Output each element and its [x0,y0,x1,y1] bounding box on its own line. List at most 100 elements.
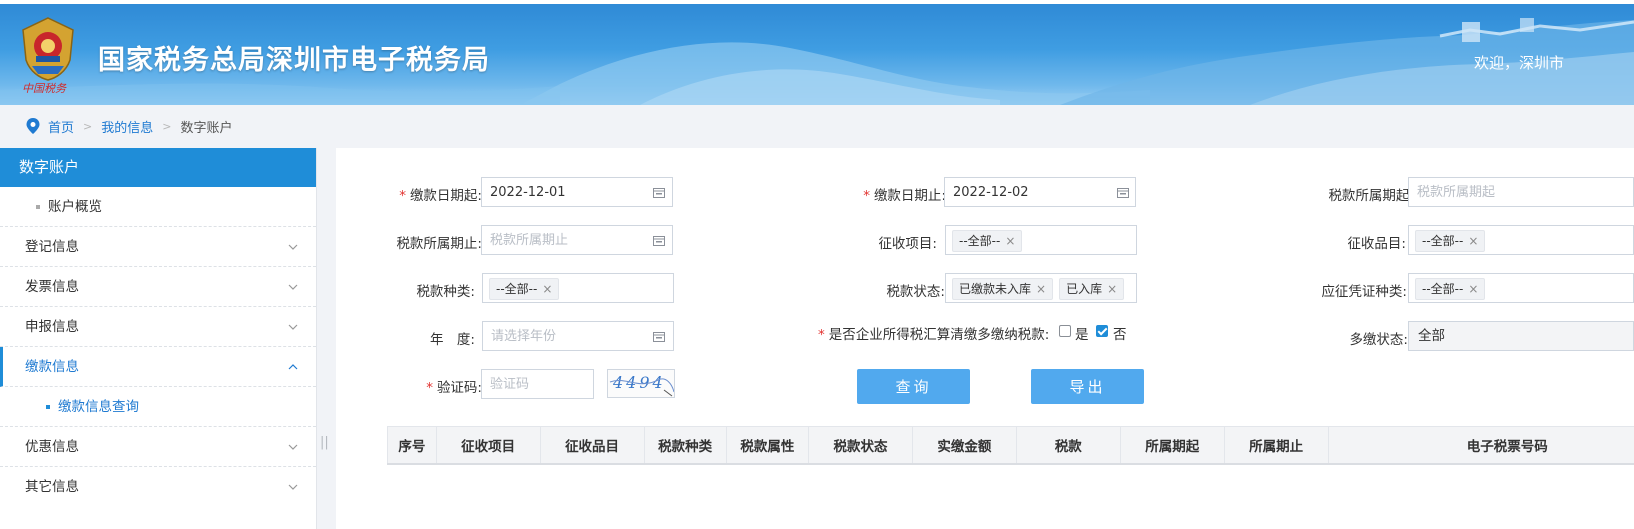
captcha-image[interactable]: 4494 [607,369,675,398]
tag-label: 已缴款未入库 [959,282,1032,296]
column-header: 税款属性 [725,426,810,465]
breadcrumb-separator: > [162,119,172,133]
sidebar-item-registration[interactable]: 登记信息 [0,227,316,267]
select-tag: 已入库 × [1059,278,1125,300]
select-tag: --全部-- × [1415,230,1486,252]
tag-remove-icon[interactable]: × [1468,282,1478,296]
levy-subitem-label: 征收品目: [1347,236,1406,252]
sidebar: 数字账户 账户概览 登记信息 发票信息 申报信息 缴款信息 缴款信息查询 优惠信… [0,148,317,529]
chevron-up-icon [288,364,298,370]
tax-type-select[interactable]: --全部-- × [482,273,674,303]
breadcrumb-current: 数字账户 [180,120,233,136]
voucher-type-label: 应征凭证种类: [1321,284,1407,300]
bullet-icon [36,205,40,209]
column-header: 实缴金额 [911,426,1017,465]
calendar-icon[interactable] [1117,187,1129,198]
column-header: 税款状态 [808,426,913,465]
chevron-down-icon [288,284,298,290]
tax-period-start-input[interactable] [1408,177,1634,207]
overpaid-status-label: 多缴状态: [1349,332,1408,348]
overpaid-status-select[interactable]: 全部 [1408,321,1634,351]
breadcrumb-separator: > [83,119,93,133]
site-header: 中国税务 国家税务总局深圳市电子税务局 欢迎，深圳市 [0,4,1634,105]
required-mark: * [863,188,870,204]
tag-remove-icon[interactable]: × [1005,234,1015,248]
tag-label: --全部-- [496,282,538,296]
sidebar-item-invoice[interactable]: 发票信息 [0,267,316,307]
tax-period-end-input[interactable] [481,225,673,255]
chevron-down-icon [288,324,298,330]
tag-label: --全部-- [1422,282,1464,296]
required-mark: * [399,188,406,204]
sidebar-item-label: 其它信息 [25,479,79,495]
tax-status-select[interactable]: 已缴款未入库 × 已入库 × [945,273,1137,303]
column-header: 税款种类 [643,426,727,465]
sidebar-item-payment[interactable]: 缴款信息 [0,347,316,387]
breadcrumb-home-link[interactable]: 首页 [48,117,74,136]
column-header: 征收项目 [435,426,541,465]
sidebar-item-label: 账户概览 [48,199,102,215]
tax-type-label: 税款种类: [416,284,475,300]
calendar-icon[interactable] [653,331,665,342]
sidebar-item-label: 发票信息 [25,279,79,295]
payment-date-start-input[interactable] [481,177,673,207]
tag-remove-icon[interactable]: × [1036,282,1046,296]
tax-status-label: 税款状态: [886,284,945,300]
column-header: 征收品目 [539,426,645,465]
levy-item-label: 征收项目: [878,236,937,252]
sidebar-item-label: 申报信息 [25,319,79,335]
sidebar-item-label: 缴款信息查询 [58,399,139,415]
column-header: 所属期起 [1119,426,1225,465]
select-tag: --全部-- × [952,230,1023,252]
column-header: 序号 [387,426,437,465]
captcha-label: * 验证码: [426,376,482,396]
site-title: 国家税务总局深圳市电子税务局 [98,45,490,76]
label-text: 缴款日期起: [409,188,482,204]
location-pin-icon [26,118,40,134]
calendar-icon[interactable] [653,187,665,198]
chevron-down-icon [288,484,298,490]
chevron-down-icon [288,244,298,250]
voucher-type-select[interactable]: --全部-- × [1408,273,1634,303]
required-mark: * [426,380,433,396]
tag-remove-icon[interactable]: × [1468,234,1478,248]
year-input[interactable] [482,321,674,351]
payment-date-start-label: * 缴款日期起: [399,184,482,204]
payment-date-end-label: * 缴款日期止: [863,184,946,204]
levy-subitem-select[interactable]: --全部-- × [1408,225,1634,255]
tag-label: --全部-- [1422,234,1464,248]
sidebar-item-payment-query[interactable]: 缴款信息查询 [0,387,316,427]
payment-date-end-input[interactable] [944,177,1136,207]
column-header: 所属期止 [1223,426,1329,465]
export-button[interactable]: 导出 [1031,369,1144,404]
label-text: 验证码: [436,380,482,396]
tax-period-end-label: 税款所属期止: [396,236,482,252]
overpaid-yes-checkbox[interactable] [1059,325,1071,337]
table-header-row: 序号 征收项目 征收品目 税款种类 税款属性 税款状态 实缴金额 税款 所属期起… [387,426,1634,465]
overpaid-no-checkbox[interactable] [1096,325,1108,337]
tag-remove-icon[interactable]: × [1107,282,1117,296]
label-text: 缴款日期止: [873,188,946,204]
query-button[interactable]: 查询 [857,369,970,404]
sidebar-item-account-overview[interactable]: 账户概览 [0,187,316,227]
sidebar-splitter[interactable]: || [320,435,330,451]
tag-remove-icon[interactable]: × [542,282,552,296]
main-panel: *缴款日期起: *缴款日期止: 税款所属期起: 税款所属期止: 征收项目: --… [336,148,1634,529]
year-label: 年 度: [429,332,475,348]
breadcrumb-my-info-link[interactable]: 我的信息 [101,117,153,136]
required-mark: * [818,327,825,343]
column-header: 电子税票号码 [1327,426,1634,465]
breadcrumb: 首页 > 我的信息 > 数字账户 [26,117,233,136]
welcome-text: 欢迎，深圳市 [1474,54,1565,72]
sidebar-item-other[interactable]: 其它信息 [0,467,316,507]
levy-item-select[interactable]: --全部-- × [945,225,1137,255]
sidebar-item-preferential[interactable]: 优惠信息 [0,427,316,467]
overpaid-yes-label: 是 [1075,327,1089,343]
sidebar-item-label: 优惠信息 [25,439,79,455]
calendar-icon[interactable] [653,235,665,246]
captcha-input[interactable] [481,369,594,399]
sidebar-item-label: 登记信息 [25,239,79,255]
sidebar-item-declaration[interactable]: 申报信息 [0,307,316,347]
results-table: 序号 征收项目 征收品目 税款种类 税款属性 税款状态 实缴金额 税款 所属期起… [387,426,1634,465]
select-tag: --全部-- × [1415,278,1486,300]
